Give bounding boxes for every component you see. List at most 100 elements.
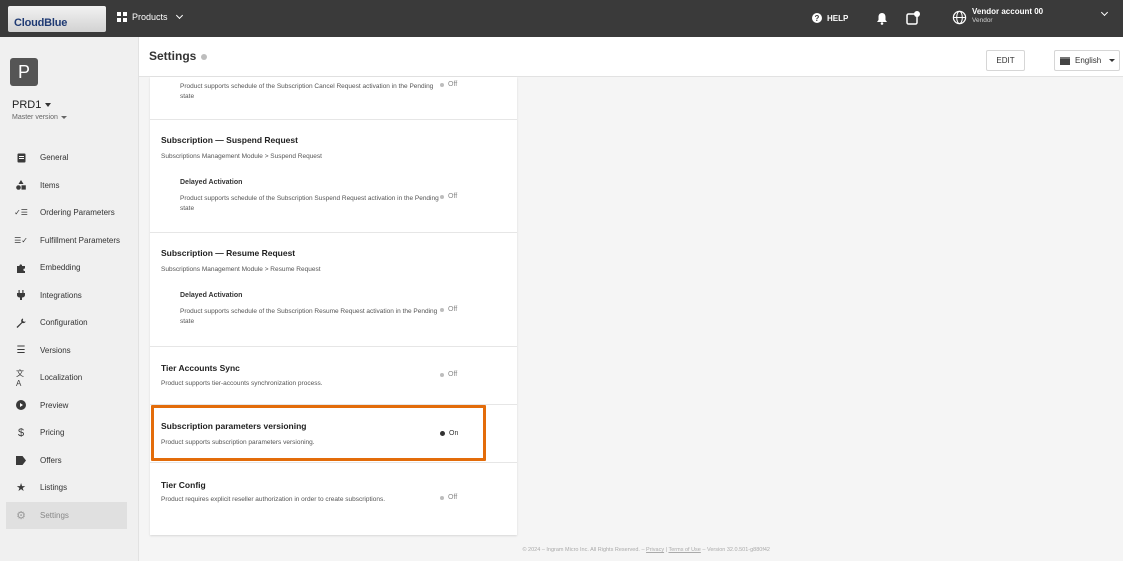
sidebar-item-label: Configuration bbox=[40, 318, 88, 328]
account-chevron-down-icon[interactable] bbox=[1100, 8, 1109, 17]
sidebar-item-label: Pricing bbox=[40, 428, 65, 438]
status-dot bbox=[440, 307, 444, 312]
status-label: Off bbox=[448, 371, 458, 378]
ordering-params-icon: ✓☰ bbox=[14, 208, 28, 218]
sidebar-item-pricing[interactable]: $ Pricing bbox=[6, 419, 127, 447]
products-menu[interactable]: Products bbox=[117, 11, 183, 22]
terms-link[interactable]: Terms of Use bbox=[668, 547, 700, 553]
version-label: Master version bbox=[12, 114, 58, 121]
sidebar-item-label: General bbox=[40, 153, 69, 163]
tag-icon bbox=[16, 455, 26, 465]
page-title-text: Settings bbox=[149, 49, 197, 63]
setting-subtitle: Delayed Activation bbox=[180, 179, 243, 186]
sidebar-item-label: Offers bbox=[40, 455, 62, 465]
status-toggle[interactable]: Off bbox=[440, 371, 457, 378]
page-header: Settings EDIT English bbox=[139, 37, 1123, 77]
language-label: English bbox=[1075, 56, 1102, 65]
sidebar: P PRD1 Master version General Items ✓☰ O… bbox=[0, 37, 139, 561]
sidebar-item-general[interactable]: General bbox=[6, 144, 127, 172]
help-button[interactable]: ? HELP bbox=[812, 13, 848, 23]
setting-path: Subscriptions Management Module > Suspen… bbox=[161, 153, 322, 160]
fulfillment-params-icon: ☰✓ bbox=[14, 235, 28, 245]
sidebar-item-label: Settings bbox=[40, 510, 69, 520]
dollar-icon: $ bbox=[17, 426, 25, 439]
page-title: Settings bbox=[149, 49, 208, 63]
help-icon: ? bbox=[812, 13, 822, 23]
product-avatar: P bbox=[10, 58, 38, 86]
privacy-link[interactable]: Privacy bbox=[646, 547, 664, 553]
setting-tier-accounts-sync: Tier Accounts Sync Product supports tier… bbox=[150, 347, 517, 405]
footer-copyright: © 2024 – Ingram Micro Inc. All Rights Re… bbox=[522, 547, 647, 553]
sidebar-item-offers[interactable]: Offers bbox=[6, 447, 127, 475]
flag-icon bbox=[1060, 56, 1070, 65]
brand-name: CloudBlue bbox=[14, 17, 68, 29]
sidebar-item-ordering-parameters[interactable]: ✓☰ Ordering Parameters bbox=[6, 199, 127, 227]
list-icon: ☰ bbox=[16, 344, 26, 356]
setting-subtitle: Delayed Activation bbox=[180, 292, 243, 299]
gear-icon: ⚙ bbox=[16, 509, 26, 522]
status-dot bbox=[440, 194, 444, 199]
version-selector[interactable]: Master version bbox=[12, 114, 67, 121]
status-label: Off bbox=[448, 306, 458, 313]
setting-resume-request: Subscription — Resume Request Subscripti… bbox=[150, 233, 517, 347]
product-name: PRD1 bbox=[12, 99, 42, 111]
product-selector[interactable]: PRD1 bbox=[12, 99, 52, 111]
sidebar-item-label: Listings bbox=[40, 483, 68, 493]
edit-button[interactable]: EDIT bbox=[986, 50, 1025, 71]
status-dot bbox=[440, 372, 444, 377]
sidebar-item-label: Versions bbox=[40, 345, 71, 355]
info-icon[interactable] bbox=[201, 54, 208, 60]
sidebar-nav: General Items ✓☰ Ordering Parameters ☰✓ … bbox=[6, 144, 127, 529]
sidebar-item-versions[interactable]: ☰ Versions bbox=[6, 337, 127, 365]
setting-description: Product supports schedule of the Subscri… bbox=[180, 195, 439, 212]
sidebar-item-label: Embedding bbox=[40, 263, 81, 273]
account-name: Vendor account 00 bbox=[972, 7, 1044, 16]
status-dot bbox=[440, 495, 444, 500]
status-toggle[interactable]: Off bbox=[440, 494, 457, 501]
sidebar-item-settings[interactable]: ⚙ Settings bbox=[6, 501, 127, 529]
footer: © 2024 – Ingram Micro Inc. All Rights Re… bbox=[150, 547, 770, 553]
highlight-box bbox=[151, 405, 486, 461]
plug-icon bbox=[16, 290, 26, 301]
chevron-down-icon bbox=[175, 11, 183, 20]
star-icon: ★ bbox=[16, 482, 26, 495]
sidebar-item-listings[interactable]: ★ Listings bbox=[6, 474, 127, 502]
sidebar-item-label: Preview bbox=[40, 400, 69, 410]
play-icon bbox=[16, 400, 26, 411]
setting-description: Product requires explicit reseller autho… bbox=[161, 496, 385, 503]
items-icon bbox=[16, 180, 26, 191]
notifications-icon[interactable] bbox=[905, 10, 921, 26]
sidebar-item-configuration[interactable]: Configuration bbox=[6, 309, 127, 337]
settings-card: Product supports schedule of the Subscri… bbox=[150, 77, 517, 535]
sidebar-item-label: Integrations bbox=[40, 290, 82, 300]
help-label: HELP bbox=[827, 13, 849, 23]
sidebar-item-embedding[interactable]: Embedding bbox=[6, 254, 127, 282]
bell-icon[interactable] bbox=[876, 12, 888, 25]
account-switcher[interactable]: Vendor account 00 Vendor bbox=[972, 7, 1043, 24]
setting-path: Subscriptions Management Module > Resume… bbox=[161, 266, 321, 273]
products-label: Products bbox=[132, 12, 168, 22]
caret-down-icon bbox=[45, 103, 52, 107]
language-selector[interactable]: English bbox=[1054, 50, 1120, 71]
caret-down-icon bbox=[60, 116, 67, 119]
sidebar-item-items[interactable]: Items bbox=[6, 172, 127, 200]
sidebar-item-preview[interactable]: Preview bbox=[6, 392, 127, 420]
caret-down-icon bbox=[1109, 59, 1116, 62]
setting-cancel-request: Product supports schedule of the Subscri… bbox=[150, 77, 517, 120]
sidebar-item-fulfillment-parameters[interactable]: ☰✓ Fulfillment Parameters bbox=[6, 227, 127, 255]
cloudblue-logo[interactable]: CloudBlue bbox=[8, 6, 106, 32]
sidebar-item-localization[interactable]: 文A Localization bbox=[6, 364, 127, 392]
setting-description: Product supports schedule of the Subscri… bbox=[180, 308, 438, 325]
apps-grid-icon bbox=[117, 12, 127, 22]
status-toggle[interactable]: Off bbox=[440, 193, 457, 200]
status-toggle[interactable]: Off bbox=[440, 81, 457, 88]
setting-title: Tier Config bbox=[161, 480, 206, 490]
account-role: Vendor bbox=[972, 17, 993, 24]
sidebar-item-integrations[interactable]: Integrations bbox=[6, 282, 127, 310]
status-toggle[interactable]: Off bbox=[440, 306, 457, 313]
globe-icon[interactable] bbox=[952, 10, 967, 25]
setting-title: Subscription — Resume Request bbox=[161, 248, 296, 258]
setting-description: Product supports schedule of the Subscri… bbox=[180, 83, 434, 100]
wrench-icon bbox=[16, 318, 26, 328]
top-bar: CloudBlue Products ? HELP Vendor account… bbox=[0, 0, 1123, 37]
